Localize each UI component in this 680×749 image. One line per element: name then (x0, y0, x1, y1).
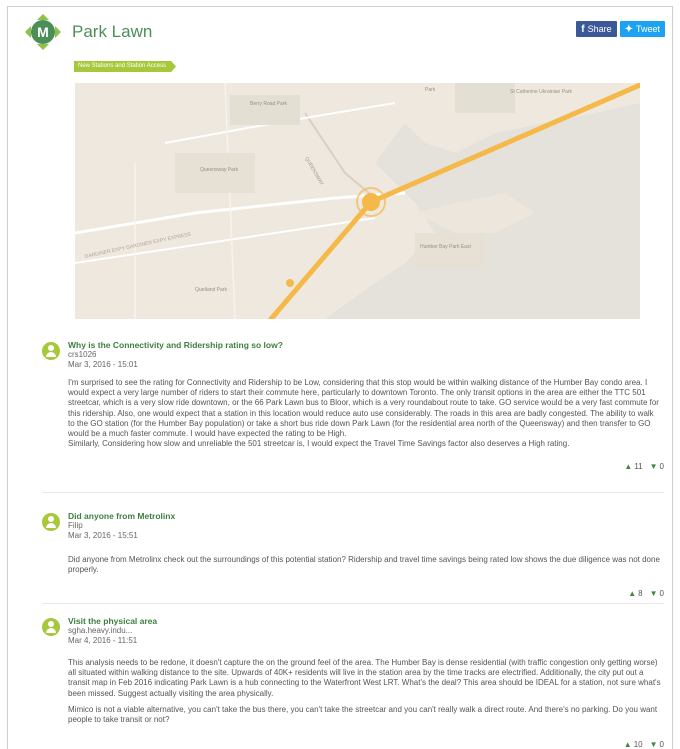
upvote-button[interactable]: ▲ 8 (628, 589, 642, 598)
category-tag[interactable]: New Stations and Station Access (74, 61, 176, 72)
comment-post: Visit the physical area sgha.heavy.indu.… (42, 616, 664, 749)
comment-title[interactable]: Visit the physical area (68, 616, 157, 626)
comment-paragraph: Did anyone from Metrolinx check out the … (68, 555, 660, 575)
thumbs-up-icon: ▲ (624, 462, 633, 471)
downvote-button[interactable]: ▼ 0 (650, 462, 664, 471)
post-divider (42, 492, 664, 493)
comment-body: This analysis needs to be redone, it doe… (68, 658, 662, 725)
vote-bar: ▲ 8 ▼ 0 (628, 589, 664, 598)
twitter-bird-icon: ✦ (624, 23, 633, 35)
downvote-count: 0 (659, 589, 664, 598)
map-label-queensway-park: Queensway Park (200, 167, 239, 173)
thumbs-up-icon: ▲ (623, 740, 632, 749)
comment-title[interactable]: Why is the Connectivity and Ridership ra… (68, 340, 283, 350)
user-avatar-icon (42, 618, 60, 636)
comment-date: Mar 3, 2016 - 15:51 (68, 531, 138, 540)
comment-author[interactable]: Filip (68, 521, 83, 530)
comment-author[interactable]: crs1026 (68, 350, 96, 359)
vote-bar: ▲ 11 ▼ 0 (624, 462, 664, 471)
comment-title[interactable]: Did anyone from Metrolinx (68, 511, 175, 521)
facebook-share-button[interactable]: f Share (576, 21, 617, 37)
map-label-st-catherine: St Catherine Ukrainian Park (510, 89, 572, 95)
facebook-icon: f (581, 23, 585, 35)
user-avatar-icon (42, 342, 60, 360)
thumbs-down-icon: ▼ (649, 589, 658, 598)
page-header: M Park Lawn (24, 12, 152, 52)
thumbs-down-icon: ▼ (649, 462, 658, 471)
comment-date: Mar 4, 2016 - 11:51 (68, 636, 138, 645)
metrolinx-logo-icon: M (24, 13, 62, 51)
comment-date: Mar 3, 2016 - 15:01 (68, 360, 138, 369)
comment-author[interactable]: sgha.heavy.indu... (68, 626, 132, 635)
page-title: Park Lawn (72, 22, 153, 41)
station-map[interactable]: Berry Road Park Queensway Park Humber Ba… (74, 82, 643, 322)
post-divider (42, 603, 664, 604)
map-label-park: Park (425, 87, 436, 93)
upvote-count: 10 (633, 740, 643, 749)
facebook-share-label: Share (587, 24, 612, 34)
user-avatar-icon (42, 513, 60, 531)
comment-paragraph: This analysis needs to be redone, it doe… (68, 658, 661, 698)
comment-paragraph: I'm surprised to see the rating for Conn… (68, 378, 659, 449)
twitter-tweet-button[interactable]: ✦ Tweet (619, 21, 665, 37)
share-buttons: f Share ✦ Tweet (576, 21, 665, 37)
comment-post: Why is the Connectivity and Ridership ra… (42, 340, 664, 480)
comment-paragraph: Mimico is not a viable alternative, you … (68, 704, 658, 725)
svg-text:M: M (37, 24, 49, 40)
upvote-button[interactable]: ▲ 10 (624, 740, 643, 749)
comment-body: I'm surprised to see the rating for Conn… (68, 378, 662, 449)
downvote-button[interactable]: ▼ 0 (650, 740, 664, 749)
twitter-tweet-label: Tweet (635, 24, 660, 34)
thumbs-down-icon: ▼ (649, 740, 658, 749)
upvote-count: 11 (634, 462, 643, 471)
comment-body: Did anyone from Metrolinx check out the … (68, 555, 662, 575)
downvote-count: 0 (659, 462, 664, 471)
comment-post: Did anyone from Metrolinx Filip Mar 3, 2… (42, 511, 664, 601)
downvote-count: 0 (659, 740, 664, 749)
map-label-berry-road-park: Berry Road Park (250, 101, 287, 107)
vote-bar: ▲ 10 ▼ 0 (624, 740, 664, 749)
thumbs-up-icon: ▲ (628, 589, 637, 598)
map-label-quetland-park: Quetland Park (195, 287, 227, 293)
upvote-count: 8 (638, 589, 643, 598)
page-frame: M Park Lawn f Share ✦ Tweet New Stations… (7, 6, 673, 749)
downvote-button[interactable]: ▼ 0 (650, 589, 664, 598)
map-label-humber-bay-park: Humber Bay Park East (420, 244, 471, 250)
upvote-button[interactable]: ▲ 11 (624, 462, 642, 471)
